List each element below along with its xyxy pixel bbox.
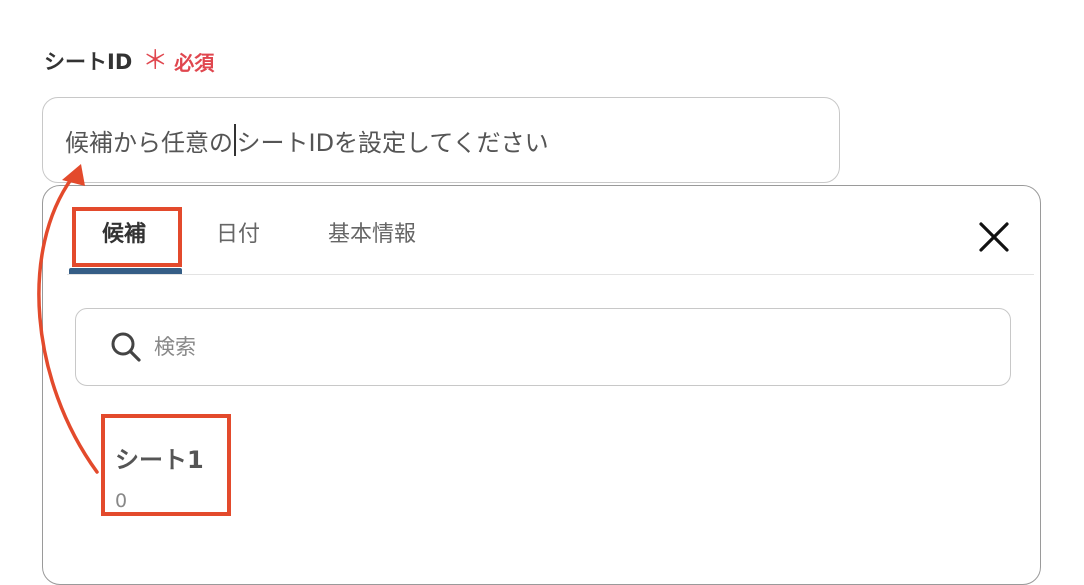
close-button[interactable] <box>977 220 1011 254</box>
tab-date[interactable]: 日付 <box>216 216 260 248</box>
required-badge: 必須 <box>174 50 215 75</box>
input-placeholder-before: 候補から任意の <box>65 128 233 157</box>
list-item-subtitle: 0 <box>115 490 128 512</box>
tab-candidates[interactable]: 候補 <box>102 216 146 248</box>
required-asterisk: ＊ <box>142 46 169 76</box>
list-item-title: シート1 <box>115 446 204 474</box>
text-caret <box>234 124 236 156</box>
tab-basic-info[interactable]: 基本情報 <box>328 216 416 248</box>
suggestion-dropdown: 候補 日付 基本情報 シート1 0 <box>42 185 1041 585</box>
tab-bar: 候補 日付 基本情報 <box>67 186 1034 275</box>
close-icon <box>979 222 1009 252</box>
active-tab-indicator <box>69 268 182 274</box>
input-placeholder-after: シートIDを設定してください <box>236 128 549 157</box>
search-input[interactable] <box>152 334 856 360</box>
field-label: シートID ＊ 必須 <box>44 44 214 78</box>
search-field[interactable] <box>75 308 1011 386</box>
list-item[interactable]: シート1 0 <box>115 432 265 522</box>
search-icon <box>111 332 141 362</box>
field-label-text: シートID <box>44 50 133 74</box>
sheet-id-input[interactable]: 候補から任意の シートIDを設定してください <box>42 97 840 183</box>
